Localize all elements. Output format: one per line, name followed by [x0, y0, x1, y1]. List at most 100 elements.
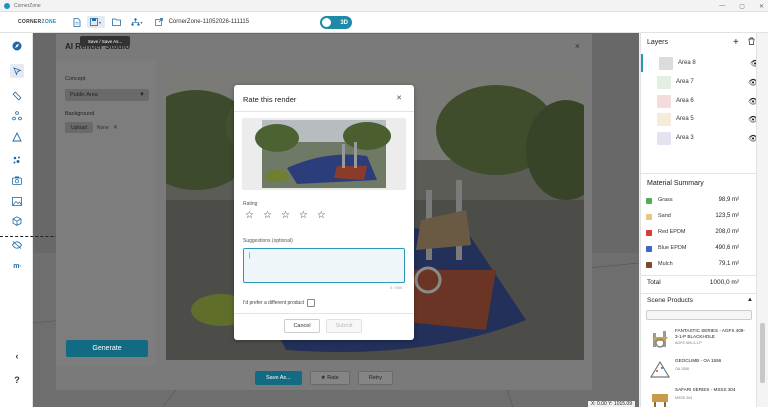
camera-icon[interactable] — [10, 173, 24, 187]
rate-preview-image — [242, 118, 406, 190]
material-name: Red EPDM — [658, 229, 686, 235]
save-icon[interactable]: ▾ — [86, 16, 105, 28]
maximize-button[interactable]: ▢ — [739, 3, 745, 10]
star-3-icon[interactable]: ☆ — [281, 211, 290, 221]
layer-row[interactable]: Area 3 👁 — [641, 129, 758, 147]
star-4-icon[interactable]: ☆ — [299, 211, 308, 221]
product-name: FANTASTIC SERIES - AGFS 409-3-1-P BLACKH… — [675, 328, 745, 339]
collapse-sidebar-icon[interactable]: ‹ — [10, 349, 24, 363]
cursor-icon[interactable] — [10, 64, 24, 78]
background-label: Background — [65, 111, 95, 117]
studio-footer: Save As... ★ Rate Retry — [56, 366, 592, 390]
divider — [641, 293, 757, 294]
studio-close-icon[interactable]: × — [575, 41, 580, 51]
product-search-input[interactable] — [646, 310, 752, 320]
suggestions-label: Suggestions (optional) — [243, 238, 293, 244]
compass-icon[interactable] — [10, 39, 24, 53]
rating-stars: ☆ ☆ ☆ ☆ ☆ — [245, 211, 326, 221]
total-value: 1000,0 m² — [709, 279, 739, 286]
share-tree-icon[interactable]: ▾ — [129, 16, 145, 28]
material-row: Grass 98,9 m² — [641, 195, 757, 209]
nodes-icon[interactable] — [10, 109, 24, 123]
retry-button[interactable]: Retry — [357, 371, 393, 385]
generate-button[interactable]: Generate — [66, 340, 148, 357]
layer-swatch — [657, 112, 671, 126]
right-panel-scrollbar[interactable] — [756, 33, 768, 407]
material-swatch — [646, 246, 652, 252]
add-layer-icon[interactable]: + — [733, 37, 739, 48]
material-name: Blue EPDM — [658, 245, 687, 251]
material-row: Sand 123,5 m² — [641, 211, 757, 225]
layer-swatch — [657, 75, 671, 89]
toggle-knob — [322, 18, 331, 27]
layer-swatch — [657, 131, 671, 145]
material-name: Mulch — [658, 261, 673, 267]
concept-label: Concept — [65, 76, 86, 82]
star-2-icon[interactable]: ☆ — [263, 211, 272, 221]
layer-swatch — [659, 56, 673, 70]
prefer-different-checkbox[interactable] — [307, 299, 316, 307]
new-file-icon[interactable] — [71, 16, 83, 28]
material-value: 98,9 m² — [718, 197, 739, 203]
rate-dialog-title: Rate this render — [243, 95, 297, 104]
open-folder-icon[interactable] — [111, 16, 123, 28]
project-name: CornerZone-11052026-111115 — [168, 19, 250, 25]
material-row: Red EPDM 208,0 m² — [641, 227, 757, 241]
rate-button[interactable]: ★ Rate — [309, 371, 350, 385]
product-code: MSSS 304 — [675, 396, 693, 400]
suggestions-textarea[interactable]: | — [243, 248, 405, 283]
help-icon[interactable]: ? — [10, 373, 24, 387]
product-item[interactable]: FANTASTIC SERIES - AGFS 409-3-1-P BLACKH… — [641, 326, 757, 352]
external-link-icon[interactable] — [153, 16, 165, 28]
star-5-icon[interactable]: ☆ — [317, 211, 326, 221]
scatter-icon[interactable] — [10, 153, 24, 167]
minimize-button[interactable]: — — [719, 3, 725, 9]
cube-icon[interactable] — [10, 214, 24, 228]
product-thumbnail — [649, 360, 671, 378]
layer-row[interactable]: Area 8 👁 — [641, 54, 760, 72]
trash-icon[interactable] — [748, 37, 755, 47]
divider — [641, 275, 757, 276]
divider — [641, 173, 757, 174]
close-window-button[interactable]: ✕ — [759, 3, 764, 10]
concept-select[interactable]: Public Area ▼ — [65, 89, 149, 101]
material-value: 490,6 m² — [715, 245, 739, 251]
view-3d-toggle[interactable]: 3D — [320, 16, 352, 29]
star-1-icon[interactable]: ☆ — [245, 211, 254, 221]
product-name: GEOCLIMB - OA 1556 — [675, 358, 722, 363]
scene-products-header[interactable]: Scene Products ▲ — [641, 295, 757, 308]
upload-button[interactable]: Upload — [65, 122, 93, 133]
collapse-up-icon[interactable]: ▲ — [747, 297, 753, 303]
material-row: Blue EPDM 490,6 m² — [641, 243, 757, 257]
save-tooltip: Save / Save As... — [80, 36, 130, 46]
clear-background-icon[interactable]: ✕ — [113, 124, 118, 131]
product-item[interactable]: GEOCLIMB - OA 1556 OA 1556 — [641, 356, 757, 382]
cancel-button[interactable]: Cancel — [284, 319, 320, 333]
layer-row[interactable]: Area 6 👁 — [641, 92, 758, 110]
material-swatch — [646, 214, 652, 220]
cornerzone-logo: CORNERZONE — [18, 19, 57, 25]
material-value: 208,0 m² — [715, 229, 739, 235]
m-view-icon[interactable]: m² — [10, 259, 24, 273]
rate-close-icon[interactable]: ✕ — [396, 94, 402, 102]
scrollbar-thumb[interactable] — [760, 323, 765, 383]
product-thumbnail — [652, 394, 668, 407]
submit-button[interactable]: Submit — [326, 319, 362, 333]
background-none: None — [96, 124, 109, 131]
layer-row[interactable]: Area 5 👁 — [641, 110, 758, 128]
title-bar: CornerZone — ▢ ✕ — [0, 0, 768, 12]
eye-off-icon[interactable] — [10, 238, 24, 252]
ruler-icon[interactable] — [10, 89, 24, 103]
layer-row[interactable]: Area 7 👁 — [641, 73, 758, 91]
prefer-different-label: I'd prefer a different product — [243, 300, 305, 306]
product-item[interactable]: SAFARI SERIES - MSSS 304 MSSS 304 — [641, 385, 757, 407]
triangle-icon[interactable] — [10, 130, 24, 144]
product-code: AGFS 409-3-1-P — [675, 341, 702, 345]
image-icon[interactable] — [10, 194, 24, 208]
caret-down-icon: ▼ — [139, 92, 145, 98]
main-toolbar: CORNERZONE ▾ ▾ CornerZone-11052026-11111… — [0, 12, 768, 33]
studio-settings-panel — [56, 60, 156, 366]
product-code: OA 1556 — [675, 367, 689, 371]
rate-render-dialog: Rate this render ✕ Rating ☆ ☆ ☆ ☆ ☆ Sugg… — [234, 85, 414, 340]
save-as-button[interactable]: Save As... — [255, 371, 302, 385]
